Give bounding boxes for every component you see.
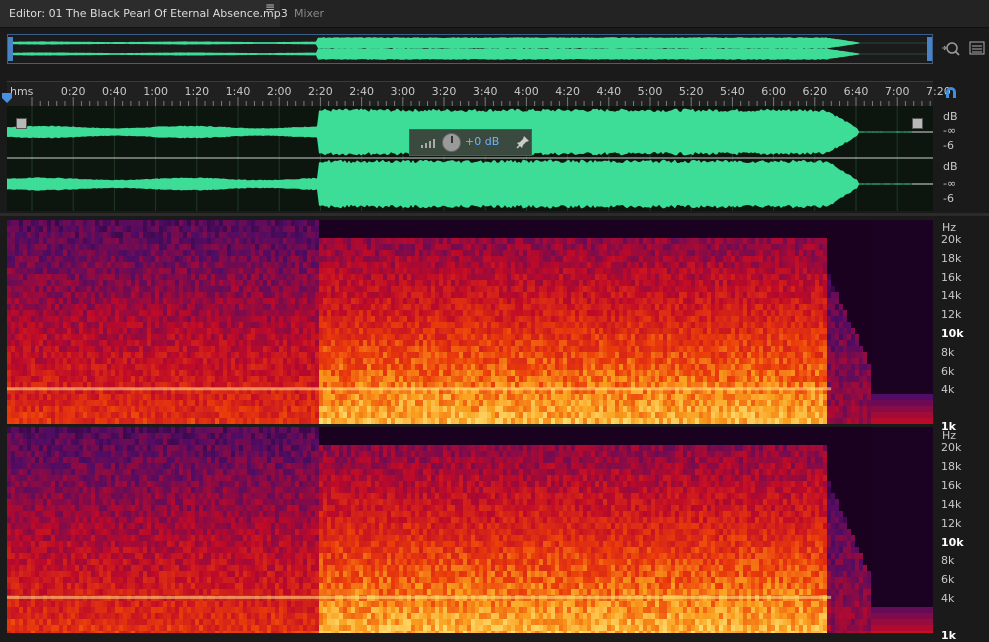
fade-out-handle[interactable] xyxy=(912,118,923,129)
hz-tick-label: 14k xyxy=(941,498,961,511)
ruler-tick-label: 7:00 xyxy=(885,85,910,98)
overview-start-handle[interactable] xyxy=(8,37,13,61)
ruler-tick-label: 6:00 xyxy=(761,85,786,98)
ruler-tick-label: 2:20 xyxy=(308,85,333,98)
hz-tick-label: 18k xyxy=(941,252,961,265)
tab-bar: Editor: 01 The Black Pearl Of Eternal Ab… xyxy=(0,0,989,28)
ruler-tick-label: 0:40 xyxy=(102,85,127,98)
time-ruler[interactable]: hms 0:200:401:001:201:402:002:202:403:00… xyxy=(7,81,933,106)
snap-magnet-icon[interactable] xyxy=(943,85,959,101)
ch2-db-inf: -∞ xyxy=(943,177,956,190)
ruler-tick-label: 5:00 xyxy=(638,85,663,98)
ruler-tick-label: 1:20 xyxy=(184,85,209,98)
ruler-tick-label: 2:00 xyxy=(267,85,292,98)
hz-tick-label: 10k xyxy=(941,327,964,340)
frequency-scale-channel1: Hz20k18k16k14k12k10k8k6k4k1k xyxy=(934,218,989,424)
ruler-tick-label: 2:40 xyxy=(349,85,374,98)
ruler-tick-label: 6:40 xyxy=(844,85,869,98)
overview-waveform[interactable] xyxy=(7,34,933,64)
spectral-graphic-channel1 xyxy=(7,220,933,424)
spectral-display-channel1[interactable] xyxy=(7,220,933,424)
frequency-scale-channel2: Hz20k18k16k14k12k10k8k6k4k1k xyxy=(934,426,989,633)
hz-tick-label: 20k xyxy=(941,233,961,246)
gain-value[interactable]: +0 dB xyxy=(465,135,499,148)
tab-editor[interactable]: Editor: 01 The Black Pearl Of Eternal Ab… xyxy=(0,0,280,27)
tab-editor-label: Editor: 01 The Black Pearl Of Eternal Ab… xyxy=(9,7,288,20)
ruler-tick-label: 1:40 xyxy=(226,85,251,98)
spectral-band-highlight xyxy=(7,387,831,390)
gain-hud[interactable]: +0 dB xyxy=(409,129,532,156)
spectral-band-highlight xyxy=(7,596,831,599)
ruler-tick-label: 3:00 xyxy=(390,85,415,98)
hz-tick-label: 6k xyxy=(941,573,954,586)
panel-list-icon[interactable] xyxy=(969,40,985,56)
hz-tick-label: 4k xyxy=(941,592,954,605)
playhead-icon[interactable] xyxy=(1,92,13,104)
ruler-tick-label: 4:20 xyxy=(555,85,580,98)
ruler-tick-label: 6:20 xyxy=(802,85,827,98)
ch1-db-unit: dB xyxy=(943,110,958,123)
overview-end-handle[interactable] xyxy=(927,37,932,61)
hz-tick-label: 10k xyxy=(941,536,964,549)
spectral-display-channel2[interactable] xyxy=(7,427,933,633)
tab-menu-icon[interactable]: ≡ xyxy=(263,0,277,14)
hz-tick-label: 16k xyxy=(941,479,961,492)
ruler-tick-label: 4:00 xyxy=(514,85,539,98)
waveform-graphic xyxy=(7,106,933,211)
fade-in-handle[interactable] xyxy=(16,118,27,129)
tab-mixer[interactable]: Mixer xyxy=(282,0,350,27)
ruler-tick-label: 3:40 xyxy=(473,85,498,98)
ruler-tick-label: 1:00 xyxy=(143,85,168,98)
ch2-db-unit: dB xyxy=(943,160,958,173)
hz-tick-label: 18k xyxy=(941,460,961,473)
waveform-spectral-divider[interactable] xyxy=(0,213,989,216)
ruler-tick-label: 5:40 xyxy=(720,85,745,98)
hz-tick-label: 14k xyxy=(941,289,961,302)
ruler-tick-label: 3:20 xyxy=(432,85,457,98)
hz-tick-label: 12k xyxy=(941,517,961,530)
gain-meter-icon xyxy=(420,137,440,149)
waveform-display[interactable] xyxy=(7,106,933,211)
hz-tick-label: 8k xyxy=(941,346,954,359)
hz-tick-label: 16k xyxy=(941,271,961,284)
hz-tick-label: 20k xyxy=(941,441,961,454)
ruler-tick-label: 4:40 xyxy=(596,85,621,98)
pin-icon[interactable] xyxy=(516,135,530,149)
gain-knob-icon[interactable] xyxy=(442,133,461,152)
spectral-graphic-channel2 xyxy=(7,427,933,633)
hz-tick-label: 4k xyxy=(941,383,954,396)
tab-mixer-label: Mixer xyxy=(294,7,324,20)
ruler-tick-label: 5:20 xyxy=(679,85,704,98)
overview-waveform-graphic xyxy=(8,35,932,63)
hz-tick-label: 8k xyxy=(941,554,954,567)
zoom-to-selection-icon[interactable] xyxy=(941,38,963,60)
hz-tick-label: 6k xyxy=(941,365,954,378)
ruler-tick-label: 0:20 xyxy=(61,85,86,98)
ch1-db-inf: -∞ xyxy=(943,124,956,137)
ch2-db-minus6: -6 xyxy=(943,192,954,205)
ch1-db-minus6: -6 xyxy=(943,139,954,152)
hz-tick-label: 1k xyxy=(941,629,956,642)
hz-tick-label: 12k xyxy=(941,308,961,321)
